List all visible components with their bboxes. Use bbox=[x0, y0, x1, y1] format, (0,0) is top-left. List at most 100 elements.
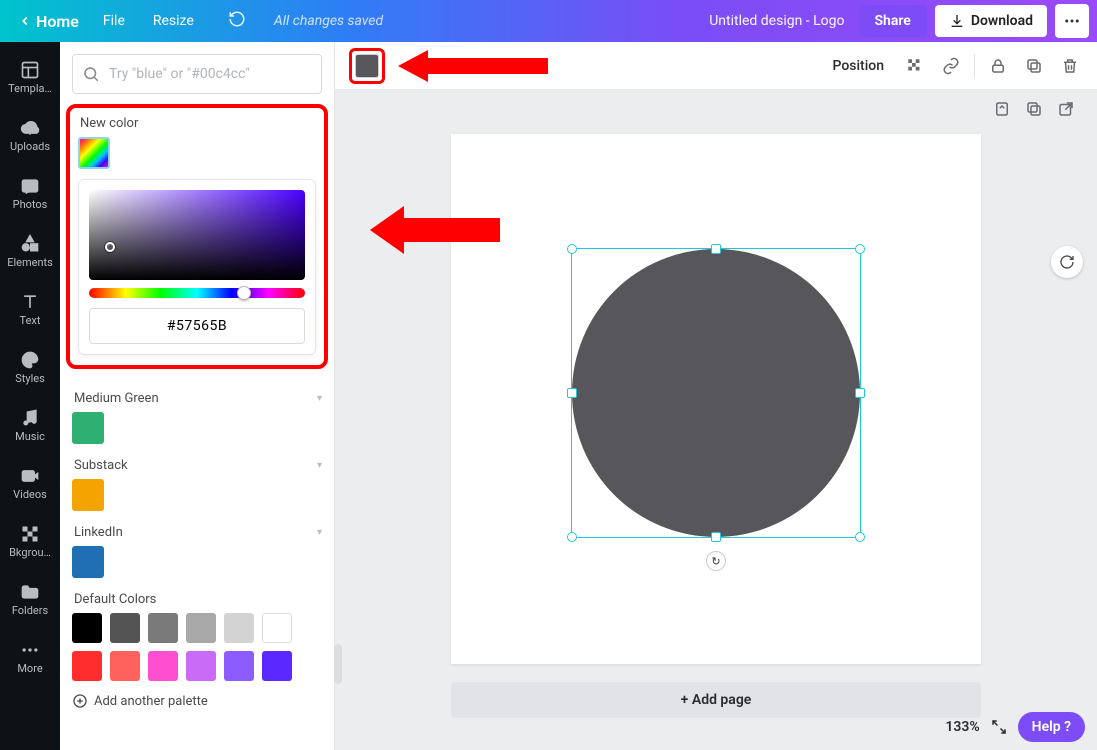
text-icon bbox=[20, 292, 40, 312]
saturation-value-area[interactable] bbox=[89, 190, 305, 280]
more-menu-button[interactable] bbox=[1055, 4, 1089, 38]
video-icon bbox=[20, 466, 40, 486]
default-swatch[interactable] bbox=[224, 613, 254, 643]
shapes-icon bbox=[20, 234, 40, 254]
fill-color-swatch[interactable] bbox=[355, 54, 379, 78]
rail-photos[interactable]: Photos bbox=[0, 164, 60, 222]
palette-linkedin-label[interactable]: LinkedIn▾ bbox=[74, 525, 322, 540]
annotation-arrow-2 bbox=[370, 200, 500, 260]
default-swatch[interactable] bbox=[148, 613, 178, 643]
home-button[interactable]: Home bbox=[8, 6, 89, 37]
rail-videos[interactable]: Videos bbox=[0, 454, 60, 512]
duplicate-page-button[interactable] bbox=[1025, 100, 1047, 122]
rotate-handle[interactable]: ↻ bbox=[706, 551, 726, 571]
handle-mb[interactable] bbox=[711, 532, 721, 542]
lock-icon bbox=[989, 57, 1007, 75]
fullscreen-button[interactable] bbox=[990, 718, 1008, 736]
shape-circle[interactable] bbox=[572, 249, 860, 537]
sv-cursor[interactable] bbox=[105, 242, 115, 252]
default-swatch[interactable] bbox=[262, 651, 292, 681]
search-icon bbox=[82, 65, 100, 87]
new-color-label: New color bbox=[80, 116, 316, 131]
color-search-input[interactable] bbox=[72, 54, 322, 94]
page-toolbar bbox=[993, 100, 1079, 122]
lock-button[interactable] bbox=[985, 53, 1011, 79]
photo-icon bbox=[20, 176, 40, 196]
download-label: Download bbox=[971, 13, 1033, 29]
cloud-upload-icon bbox=[20, 118, 40, 138]
color-picker bbox=[78, 179, 316, 355]
swatch-medium-green[interactable] bbox=[72, 412, 104, 444]
rail-background[interactable]: Bkgrou… bbox=[0, 512, 60, 570]
rail-elements[interactable]: Elements bbox=[0, 222, 60, 280]
default-swatch[interactable] bbox=[262, 613, 292, 643]
default-swatch[interactable] bbox=[72, 613, 102, 643]
palette-medium-green-label[interactable]: Medium Green▾ bbox=[74, 391, 322, 406]
handle-br[interactable] bbox=[855, 532, 865, 542]
top-bar: Home File Resize All changes saved Untit… bbox=[0, 0, 1097, 42]
rail-uploads[interactable]: Uploads bbox=[0, 106, 60, 164]
help-button[interactable]: Help ? bbox=[1018, 712, 1085, 742]
add-palette-button[interactable]: Add another palette bbox=[72, 693, 322, 709]
link-button[interactable] bbox=[938, 53, 964, 79]
zoom-level[interactable]: 133% bbox=[945, 719, 979, 735]
swatch-substack[interactable] bbox=[72, 479, 104, 511]
chevron-left-icon bbox=[18, 14, 32, 28]
rail-music[interactable]: Music bbox=[0, 396, 60, 454]
swatch-linkedin[interactable] bbox=[72, 546, 104, 578]
canvas-page[interactable]: ↻ bbox=[451, 134, 981, 664]
default-swatch[interactable] bbox=[186, 651, 216, 681]
canvas-scroll[interactable]: ↻ + Add page bbox=[335, 90, 1097, 750]
hue-thumb[interactable] bbox=[237, 286, 251, 300]
rail-more[interactable]: More bbox=[0, 628, 60, 686]
handle-ml[interactable] bbox=[567, 388, 577, 398]
resize-menu[interactable]: Resize bbox=[139, 7, 208, 35]
default-swatch[interactable] bbox=[186, 613, 216, 643]
link-icon bbox=[942, 57, 960, 75]
position-button[interactable]: Position bbox=[824, 52, 892, 80]
file-menu[interactable]: File bbox=[89, 7, 139, 35]
palette-icon bbox=[20, 350, 40, 370]
copy-icon bbox=[1025, 100, 1043, 118]
rail-folders[interactable]: Folders bbox=[0, 570, 60, 628]
chevron-down-icon: ▾ bbox=[317, 460, 322, 471]
rail-styles[interactable]: Styles bbox=[0, 338, 60, 396]
page-up-icon bbox=[993, 100, 1011, 118]
default-swatch[interactable] bbox=[224, 651, 254, 681]
handle-tl[interactable] bbox=[567, 244, 577, 254]
default-swatch[interactable] bbox=[110, 613, 140, 643]
hex-input[interactable] bbox=[89, 308, 305, 344]
transparency-button[interactable] bbox=[902, 53, 928, 79]
document-title[interactable]: Untitled design - Logo bbox=[709, 13, 844, 29]
default-swatch[interactable] bbox=[72, 651, 102, 681]
rail-templates[interactable]: Templa… bbox=[0, 48, 60, 106]
rail-text[interactable]: Text bbox=[0, 280, 60, 338]
hue-slider[interactable] bbox=[89, 288, 305, 298]
share-button[interactable]: Share bbox=[859, 5, 927, 37]
palette-substack-label[interactable]: Substack▾ bbox=[74, 458, 322, 473]
handle-mr[interactable] bbox=[855, 388, 865, 398]
home-label: Home bbox=[36, 12, 79, 31]
dots-icon bbox=[1063, 12, 1081, 30]
duplicate-button[interactable] bbox=[1021, 53, 1047, 79]
delete-button[interactable] bbox=[1057, 53, 1083, 79]
chevron-down-icon: ▾ bbox=[317, 393, 322, 404]
page-up-button[interactable] bbox=[993, 100, 1015, 122]
share-page-button[interactable] bbox=[1057, 100, 1079, 122]
handle-tr[interactable] bbox=[855, 244, 865, 254]
handle-mt[interactable] bbox=[711, 244, 721, 254]
undo-button[interactable] bbox=[214, 4, 260, 38]
download-button[interactable]: Download bbox=[935, 5, 1047, 37]
animate-button[interactable] bbox=[1051, 246, 1083, 278]
download-icon bbox=[949, 13, 965, 29]
panel-collapse-handle[interactable] bbox=[334, 90, 342, 694]
copy-icon bbox=[1025, 57, 1043, 75]
add-page-button[interactable]: + Add page bbox=[451, 682, 981, 718]
default-swatch[interactable] bbox=[148, 651, 178, 681]
default-swatch[interactable] bbox=[110, 651, 140, 681]
trash-icon bbox=[1061, 57, 1079, 75]
add-palette-label: Add another palette bbox=[94, 694, 208, 709]
handle-bl[interactable] bbox=[567, 532, 577, 542]
color-search bbox=[72, 54, 322, 94]
new-color-swatch[interactable] bbox=[78, 137, 110, 169]
